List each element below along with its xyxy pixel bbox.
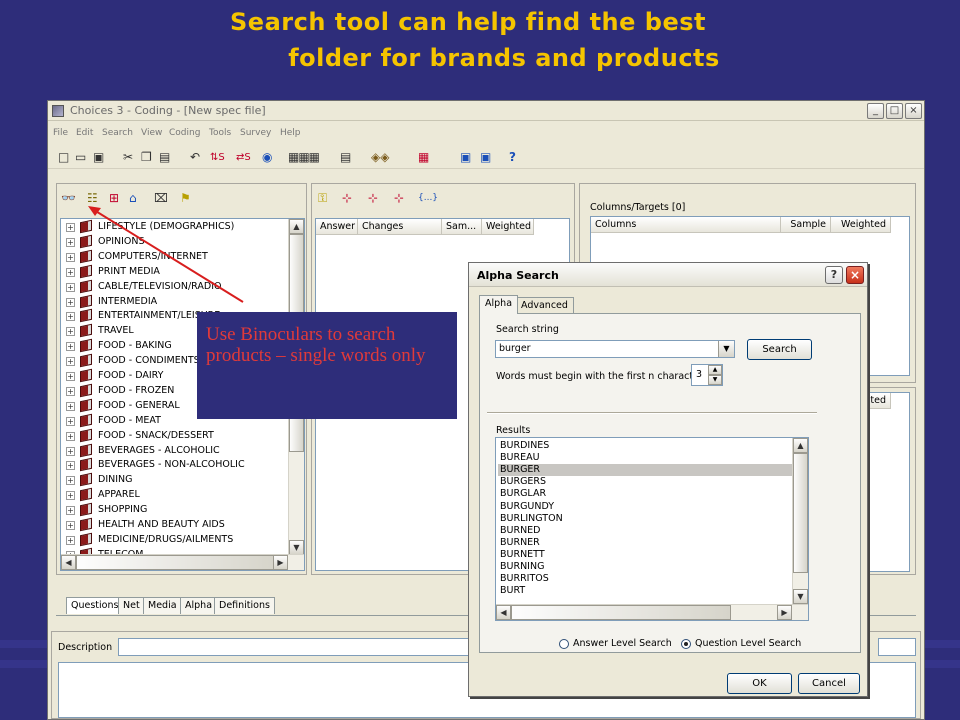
dialog-title: Alpha Search <box>477 269 559 282</box>
alpha-search-dialog: Alpha Search ? × Alpha Advanced Search s… <box>468 262 868 697</box>
dialog-help-button[interactable]: ? <box>825 266 843 284</box>
result-item[interactable]: BURNED <box>498 525 792 537</box>
callout-box: Use Binoculars to search products – sing… <box>197 312 457 419</box>
cancel-button[interactable]: Cancel <box>798 673 860 694</box>
scroll-thumb[interactable] <box>511 605 731 620</box>
radio-selected-dot <box>684 642 688 646</box>
stepper-down-icon[interactable]: ▼ <box>708 375 722 385</box>
radio-answer-level[interactable] <box>559 639 569 649</box>
scroll-up-icon[interactable]: ▲ <box>793 438 808 453</box>
results-vertical-scrollbar[interactable]: ▲ ▼ <box>792 438 808 604</box>
scroll-thumb[interactable] <box>793 453 808 573</box>
arrow-head <box>88 206 101 216</box>
radio-question-level[interactable] <box>681 639 691 649</box>
n-characters-stepper[interactable]: 3 ▲ ▼ <box>691 364 723 386</box>
search-string-combo[interactable]: burger ▼ <box>495 340 735 358</box>
result-item[interactable]: BURGLAR <box>498 488 792 500</box>
result-item[interactable]: BURNING <box>498 561 792 573</box>
scroll-left-icon[interactable]: ◀ <box>496 605 511 620</box>
callout-text: Use Binoculars to search products – sing… <box>206 324 426 366</box>
radio-answer-level-label: Answer Level Search <box>573 638 672 649</box>
tab-advanced-search[interactable]: Advanced <box>515 297 574 314</box>
result-item[interactable]: BURNETT <box>498 549 792 561</box>
search-button[interactable]: Search <box>747 339 812 360</box>
result-item[interactable]: BURNER <box>498 537 792 549</box>
result-item[interactable]: BURGUNDY <box>498 501 792 513</box>
result-item[interactable]: BURLINGTON <box>498 513 792 525</box>
result-item[interactable]: BURGER <box>498 464 792 477</box>
results-horizontal-scrollbar[interactable]: ◀ ▶ <box>496 604 808 620</box>
dialog-close-button[interactable]: × <box>846 266 864 284</box>
tab-alpha-search[interactable]: Alpha <box>479 295 519 314</box>
result-item[interactable]: BURDINES <box>498 440 792 452</box>
result-item[interactable]: BURRITOS <box>498 573 792 585</box>
search-string-label: Search string <box>496 324 559 335</box>
scroll-down-icon[interactable]: ▼ <box>793 589 808 604</box>
search-string-value: burger <box>499 343 531 354</box>
result-item[interactable]: BUREAU <box>498 452 792 464</box>
result-item[interactable]: BURGERS <box>498 476 792 488</box>
n-characters-value: 3 <box>696 369 703 380</box>
radio-question-level-label: Question Level Search <box>695 638 802 649</box>
ok-button[interactable]: OK <box>727 673 792 694</box>
chevron-down-icon[interactable]: ▼ <box>718 341 734 357</box>
dialog-divider <box>487 412 817 414</box>
results-list[interactable]: BURDINES BUREAU BURGER BURGERS BURGLAR BURGUN… <box>495 437 809 621</box>
dialog-titlebar[interactable]: Alpha Search ? × <box>469 263 867 287</box>
arrow-line <box>93 209 244 303</box>
result-item[interactable]: BURT <box>498 585 792 597</box>
scroll-right-icon[interactable]: ▶ <box>777 605 792 620</box>
words-begin-label: Words must begin with the first n charac… <box>496 371 708 382</box>
results-label: Results <box>496 425 531 436</box>
stepper-up-icon[interactable]: ▲ <box>708 365 722 375</box>
